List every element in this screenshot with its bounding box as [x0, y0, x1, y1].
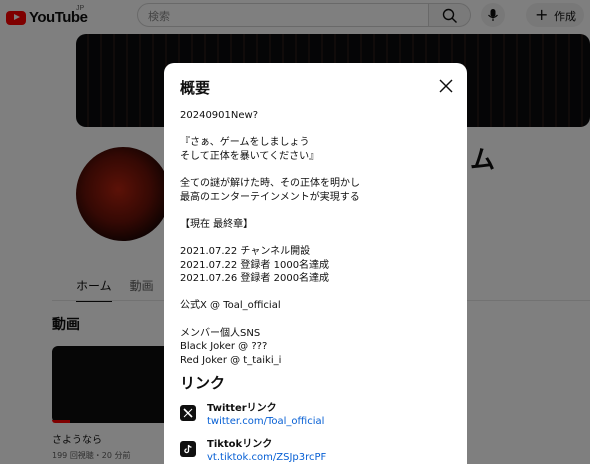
- description-line: 公式X @ Toal_official: [180, 300, 281, 312]
- tiktok-logo-icon: [180, 441, 196, 457]
- close-icon[interactable]: [438, 78, 454, 94]
- description-line: 【現在 最終章】: [180, 218, 254, 230]
- description-line: 2021.07.22 チャンネル開設: [180, 245, 311, 257]
- description-blank-line: [180, 123, 450, 137]
- description-line: 20240901New?: [180, 110, 259, 121]
- description-blank-line: [180, 231, 450, 245]
- link-name: Twitterリンク: [207, 403, 277, 414]
- channel-description: 20240901New? 『さぁ、ゲームをしましょう そして正体を暴いてください』全…: [180, 109, 450, 367]
- link-name: Tiktokリンク: [207, 439, 273, 450]
- description-line: 2021.07.26 登録者 2000名達成: [180, 273, 330, 285]
- description-line: Black Joker @ ???: [180, 341, 268, 353]
- description-blank-line: [180, 286, 450, 300]
- description-line: そして正体を暴いてください』: [180, 150, 320, 162]
- description-line: 『さぁ、ゲームをしましょう: [180, 137, 310, 149]
- description-line: Red Joker @ t_taiki_i: [180, 354, 282, 366]
- link-url[interactable]: twitter.com/Toal_official: [207, 416, 324, 427]
- link-item-twitter: Twitterリンク twitter.com/Toal_official: [180, 399, 450, 437]
- description-blank-line: [180, 163, 450, 177]
- dialog-title: 概要: [180, 79, 211, 97]
- x-logo-icon: [180, 405, 196, 421]
- description-blank-line: [180, 313, 450, 327]
- links-title: リンク: [180, 374, 226, 392]
- link-item-tiktok: Tiktokリンク vt.tiktok.com/ZSJp3rcPF: [180, 435, 450, 464]
- description-line: 最高のエンターテインメントが実現する: [180, 191, 360, 203]
- link-url[interactable]: vt.tiktok.com/ZSJp3rcPF: [207, 452, 326, 463]
- description-line: 2021.07.22 登録者 1000名達成: [180, 259, 330, 271]
- about-dialog: 概要 20240901New? 『さぁ、ゲームをしましょう そして正体を暴いてくださ…: [164, 63, 467, 464]
- description-blank-line: [180, 204, 450, 218]
- description-line: メンバー個人SNS: [180, 327, 261, 339]
- description-line: 全ての謎が解けた時、その正体を明かし: [180, 177, 360, 189]
